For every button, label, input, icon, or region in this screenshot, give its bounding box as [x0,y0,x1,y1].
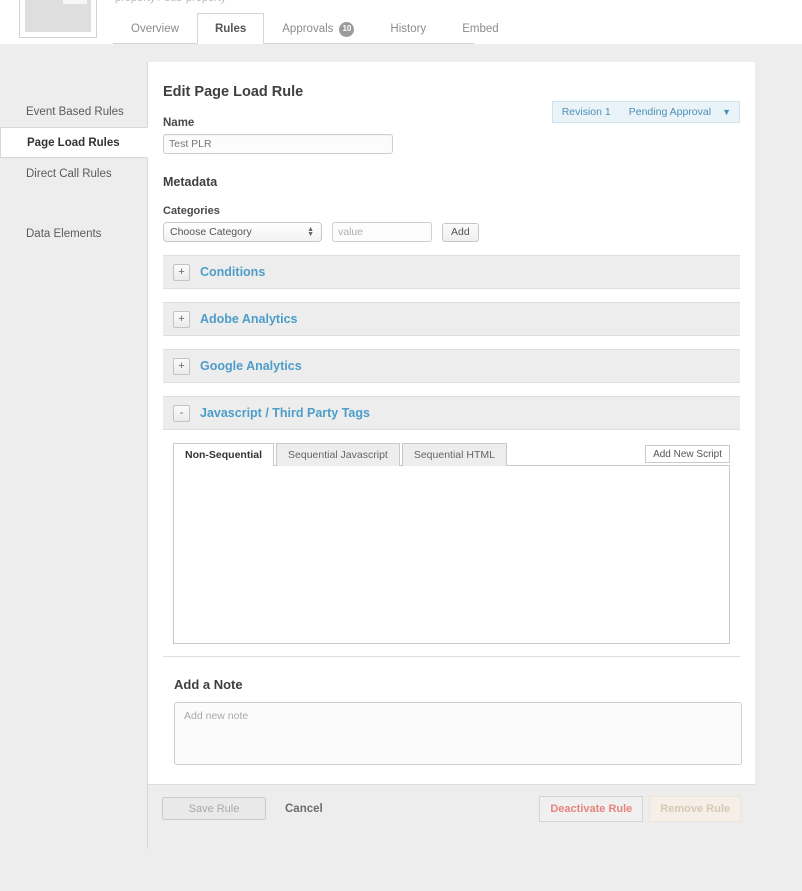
accordion-adobe-analytics-header[interactable]: + Adobe Analytics [163,302,740,336]
category-select[interactable]: Choose Category ▲ ▼ [163,222,322,242]
script-tab-label: Sequential Javascript [288,449,388,461]
main-panel: Edit Page Load Rule Revision 1 Pending A… [147,62,755,832]
accordion-google-analytics-header[interactable]: + Google Analytics [163,349,740,383]
add-category-button[interactable]: Add [442,222,479,242]
sidebar-item-label: Page Load Rules [27,136,120,149]
deactivate-rule-button[interactable]: Deactivate Rule [539,795,644,822]
form-footer: Save Rule Cancel Deactivate Rule Remove … [148,784,755,832]
category-value-input[interactable] [332,222,432,242]
plus-icon[interactable]: + [173,263,190,281]
sidebar-item-page-load-rules[interactable]: Page Load Rules [0,127,148,158]
main-panel-body: Edit Page Load Rule Revision 1 Pending A… [148,62,755,770]
categories-row: Choose Category ▲▼ Add [163,222,740,242]
sidebar-item-label: Event Based Rules [26,105,124,118]
plus-icon[interactable]: + [173,357,190,375]
accordion-conditions: + Conditions [163,255,740,289]
tab-rules[interactable]: Rules [196,13,265,44]
accordion-adobe-analytics: + Adobe Analytics [163,302,740,336]
page-bottom-background [0,858,802,891]
tabs-underline [113,43,474,44]
sidebar-item-label: Data Elements [26,227,102,240]
script-tab-label: Non-Sequential [185,449,263,461]
script-list-pane[interactable] [173,465,730,644]
thumbnail-box-icon [63,0,87,4]
accordion-google-analytics-title: Google Analytics [200,359,302,373]
accordion-conditions-title: Conditions [200,265,266,279]
script-tab-non-sequential[interactable]: Non-Sequential [173,443,275,466]
accordion-javascript-third-party-tags: - Javascript / Third Party Tags Non-Sequ… [163,396,740,657]
tab-history[interactable]: History [372,13,444,44]
category-select-value: Choose Category [170,226,252,238]
sidebar: Event Based Rules Page Load Rules Direct… [0,96,148,849]
revision-label: Revision 1 [561,106,611,118]
app-root: property / sub-property Overview Rules A… [0,0,802,891]
accordion-google-analytics: + Google Analytics [163,349,740,383]
page-title: Edit Page Load Rule [163,84,304,100]
add-new-script-button[interactable]: Add New Script [645,445,730,463]
breadcrumb: property / sub-property [115,0,226,4]
sidebar-item-event-based-rules[interactable]: Event Based Rules [0,96,148,127]
sidebar-divider [0,189,148,218]
accordion-conditions-header[interactable]: + Conditions [163,255,740,289]
tab-overview[interactable]: Overview [113,13,197,44]
tab-approvals-label: Approvals [282,23,334,35]
main-tabs: Overview Rules Approvals 10 History Embe… [113,12,517,44]
categories-label: Categories [163,205,220,217]
tab-overview-label: Overview [131,23,179,35]
property-thumbnail [19,0,97,38]
save-rule-button[interactable]: Save Rule [162,797,266,820]
tab-embed-label: Embed [462,23,499,35]
remove-rule-button: Remove Rule [649,795,741,822]
tab-embed[interactable]: Embed [444,13,516,44]
script-tab-sequential-javascript[interactable]: Sequential Javascript [276,443,400,466]
note-textarea[interactable] [174,702,742,765]
accordion-adobe-analytics-title: Adobe Analytics [200,312,298,326]
metadata-heading: Metadata [163,175,218,189]
minus-icon[interactable]: - [173,404,190,422]
select-stepper-icon: ▲ ▼ [307,226,314,238]
sidebar-item-direct-call-rules[interactable]: Direct Call Rules [0,158,148,189]
approval-status-label: Pending Approval [628,106,712,118]
sidebar-item-data-elements[interactable]: Data Elements [0,218,148,249]
script-tab-sequential-html[interactable]: Sequential HTML [401,443,507,466]
script-section-body: Non-Sequential Sequential Javascript Seq… [163,430,740,657]
tab-rules-label: Rules [214,22,247,35]
chevron-down-icon[interactable]: ▼ [720,107,739,117]
accordion-javascript-third-party-tags-header[interactable]: - Javascript / Third Party Tags [163,396,740,430]
thumbnail-placeholder-image [25,0,91,32]
add-note-heading: Add a Note [174,677,243,692]
tab-approvals[interactable]: Approvals 10 [264,13,372,44]
script-tabs: Non-Sequential Sequential Javascript Seq… [173,442,730,466]
sidebar-item-label: Direct Call Rules [26,167,112,180]
sidebar-tail [0,249,148,849]
approvals-count-badge: 10 [339,21,355,37]
accordion-javascript-third-party-tags-title: Javascript / Third Party Tags [200,406,370,420]
tab-history-label: History [390,23,427,35]
plus-icon[interactable]: + [173,310,190,328]
revision-status-pill[interactable]: Revision 1 Pending Approval ▼ [551,101,740,123]
cancel-button[interactable]: Cancel [279,802,329,816]
name-input[interactable] [163,134,393,154]
script-tab-label: Sequential HTML [413,449,495,461]
